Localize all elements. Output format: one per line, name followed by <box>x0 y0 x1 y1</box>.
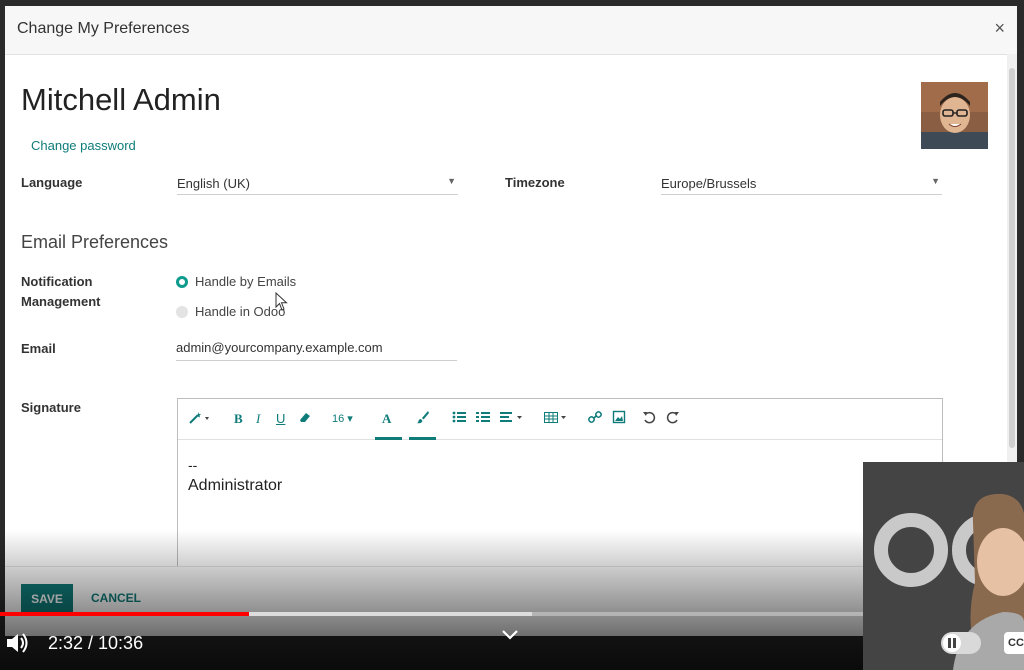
email-label: Email <box>21 341 56 356</box>
undo-icon[interactable] <box>642 410 656 428</box>
radio-label: Handle by Emails <box>195 274 297 289</box>
align-dropdown-icon[interactable] <box>500 410 526 428</box>
user-name: Mitchell Admin <box>21 82 221 117</box>
link-icon[interactable] <box>588 410 602 428</box>
dialog-title: Change My Preferences <box>17 20 190 37</box>
avatar[interactable] <box>921 82 988 149</box>
font-color-icon[interactable]: A <box>382 410 391 428</box>
notification-label-line2: Management <box>21 294 101 309</box>
timezone-select[interactable]: Europe/Brussels ▼ <box>661 172 942 195</box>
cc-button[interactable]: CC <box>1004 632 1024 654</box>
radio-handle-by-emails[interactable]: Handle by Emails <box>176 274 296 289</box>
progress-played <box>0 612 249 616</box>
numbered-list-icon[interactable] <box>476 410 490 428</box>
signature-line-dash: -- <box>188 457 198 473</box>
notification-label: Notification <box>21 274 93 289</box>
table-icon[interactable] <box>544 410 570 428</box>
signature-label: Signature <box>21 400 81 415</box>
radio-handle-in-odoo[interactable]: Handle in Odoo <box>176 304 285 319</box>
bullet-list-icon[interactable] <box>452 410 466 428</box>
signature-line-name: Administrator <box>188 477 283 494</box>
cancel-button[interactable]: CANCEL <box>91 591 141 605</box>
scrollbar-thumb[interactable] <box>1009 68 1015 448</box>
toggle-knob <box>943 634 961 652</box>
mouse-cursor-icon <box>275 292 288 311</box>
chevron-down-icon[interactable] <box>500 628 520 642</box>
image-icon[interactable] <box>612 410 626 428</box>
magic-wand-icon[interactable] <box>188 410 212 428</box>
brush-icon[interactable] <box>416 410 430 428</box>
time-display: 2:32 / 10:36 <box>48 633 144 653</box>
dialog-header: Change My Preferences × <box>5 6 1017 55</box>
timezone-value: Europe/Brussels <box>661 176 757 191</box>
radio-label: Handle in Odoo <box>195 304 286 319</box>
language-label: Language <box>21 175 83 190</box>
font-size-value: 16 <box>332 413 345 425</box>
radio-checked-icon <box>176 275 188 288</box>
chevron-down-icon: ▼ <box>931 176 940 186</box>
volume-icon[interactable] <box>4 630 30 656</box>
font-color-bar <box>375 437 402 440</box>
email-preferences-title: Email Preferences <box>21 232 169 252</box>
underline-icon[interactable]: U <box>276 410 285 428</box>
email-field[interactable]: admin@yourcompany.example.com <box>176 340 457 361</box>
redo-icon[interactable] <box>666 410 680 428</box>
highlight-color-bar <box>409 437 436 440</box>
timezone-label: Timezone <box>505 175 565 190</box>
save-button[interactable]: SAVE <box>21 584 73 614</box>
autoplay-toggle[interactable] <box>941 632 981 654</box>
editor-toolbar: B I U 16 ▾ A <box>178 399 942 440</box>
pause-icon <box>948 638 956 648</box>
radio-unchecked-icon <box>176 305 188 318</box>
video-frame: Change My Preferences × Mitchell Admin C… <box>0 0 1024 670</box>
chevron-down-icon: ▼ <box>447 176 456 186</box>
avatar-image <box>921 82 988 149</box>
eraser-icon[interactable] <box>298 410 312 428</box>
language-value: English (UK) <box>177 176 250 191</box>
font-size-dropdown[interactable]: 16 ▾ <box>332 410 353 428</box>
language-select[interactable]: English (UK) ▼ <box>177 172 458 195</box>
change-password-link[interactable]: Change password <box>31 138 136 153</box>
close-icon[interactable]: × <box>994 18 1005 39</box>
italic-icon[interactable]: I <box>256 410 260 428</box>
bold-icon[interactable]: B <box>234 410 243 428</box>
